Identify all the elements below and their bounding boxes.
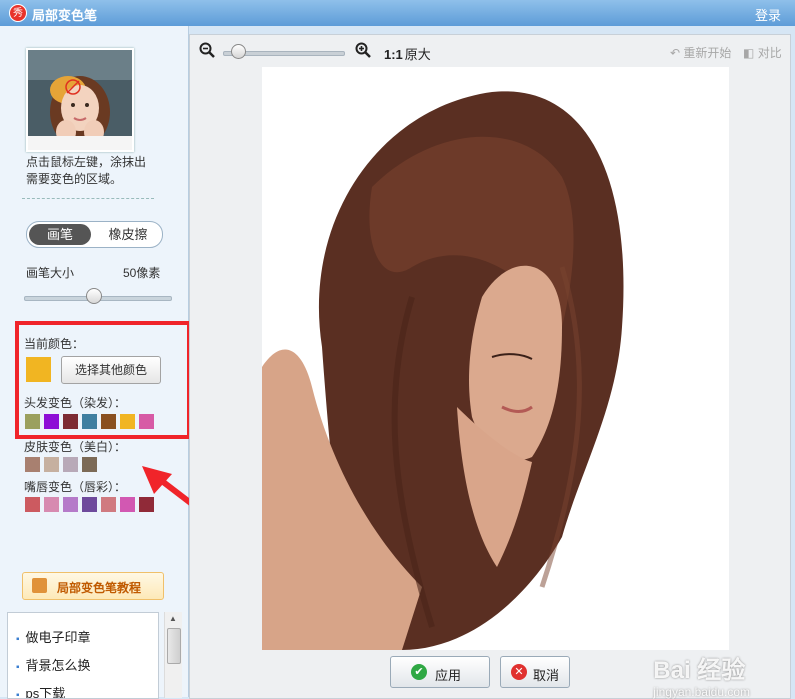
brush-size-value: 50像素	[123, 266, 161, 280]
lip-color-swatch[interactable]	[25, 497, 40, 512]
zoom-slider-handle[interactable]	[231, 44, 247, 59]
apply-button[interactable]: ✔ 应用	[390, 656, 490, 688]
watermark-logo: Bai 经验	[653, 657, 746, 684]
brush-tool-button[interactable]: 画笔	[29, 224, 91, 245]
skin-color-swatch[interactable]	[82, 457, 97, 472]
brush-size-slider-handle[interactable]	[85, 288, 102, 304]
edit-canvas[interactable]	[262, 67, 729, 650]
tutorial-label: 局部变色笔教程	[57, 581, 142, 595]
original-size-button[interactable]: 1:1 原大	[384, 44, 431, 63]
zoom-out-icon[interactable]	[199, 42, 215, 58]
login-link[interactable]: 登录	[755, 5, 781, 24]
tutorial-button[interactable]: 局部变色笔教程	[22, 572, 164, 600]
lip-color-swatch[interactable]	[63, 497, 78, 512]
preview-thumbnail	[26, 48, 134, 152]
apply-label: 应用	[435, 668, 462, 683]
list-item[interactable]: 做电子印章	[16, 627, 91, 646]
highlight-box	[15, 321, 191, 439]
undo-icon: ↶	[670, 46, 681, 60]
hint-line-2: 需要变色的区域。	[26, 172, 123, 186]
brush-hint: 点击鼠标左键，涂抹出 需要变色的区域。	[26, 154, 166, 188]
lip-color-swatch[interactable]	[101, 497, 116, 512]
ratio-value: 1:1	[384, 47, 403, 62]
baidu-watermark: Bai 经验 jingyan.baidu.com	[653, 650, 750, 699]
lip-color-swatches	[25, 497, 154, 512]
restart-label: 重新开始	[683, 46, 732, 60]
compare-button[interactable]: ◧ 对比	[743, 44, 782, 61]
skin-color-swatch[interactable]	[44, 457, 59, 472]
eraser-tool-button[interactable]: 橡皮擦	[97, 224, 159, 245]
hint-line-1: 点击鼠标左键，涂抹出	[26, 155, 147, 169]
scroll-up-icon[interactable]: ▲	[169, 614, 177, 623]
divider	[22, 198, 154, 199]
scrollbar-thumb[interactable]	[167, 628, 181, 664]
title-bar: 秀 局部变色笔 登录	[0, 0, 795, 26]
photo-woman-long-hair	[262, 91, 624, 650]
view-toolbar: 1:1 原大 ↶ 重新开始 ◧ 对比	[190, 35, 790, 65]
lip-color-swatch[interactable]	[44, 497, 59, 512]
check-icon: ✔	[411, 664, 427, 680]
close-icon: ✕	[511, 664, 527, 680]
left-panel: 点击鼠标左键，涂抹出 需要变色的区域。 画笔 橡皮擦 画笔大小 50像素 当前颜…	[0, 26, 228, 699]
app-title: 局部变色笔	[32, 8, 98, 23]
skin-color-swatches	[25, 457, 97, 472]
compare-icon: ◧	[743, 46, 755, 60]
main-panel: 1:1 原大 ↶ 重新开始 ◧ 对比 ✔ 应用 ✕ 取消 Bai 经验 jingy…	[189, 34, 791, 699]
list-item[interactable]: 背景怎么换	[16, 655, 91, 674]
skin-color-label: 皮肤变色（美白）：	[24, 440, 127, 454]
cancel-button[interactable]: ✕ 取消	[500, 656, 570, 688]
brush-size-label: 画笔大小	[26, 266, 75, 280]
related-list: 做电子印章 背景怎么换 ps下载	[7, 612, 159, 699]
lip-color-swatch[interactable]	[82, 497, 97, 512]
zoom-in-icon[interactable]	[355, 42, 371, 58]
book-icon	[32, 578, 47, 593]
lip-color-label: 嘴唇变色（唇彩）：	[24, 480, 127, 494]
list-scrollbar[interactable]: ▲	[164, 612, 182, 698]
skin-color-swatch[interactable]	[25, 457, 40, 472]
restart-button[interactable]: ↶ 重新开始	[670, 44, 731, 61]
tool-toggle[interactable]: 画笔 橡皮擦	[26, 221, 163, 248]
lip-color-swatch[interactable]	[120, 497, 135, 512]
compare-label: 对比	[757, 46, 782, 60]
ratio-label: 原大	[404, 47, 431, 62]
app-logo-icon: 秀	[9, 4, 27, 22]
cancel-label: 取消	[533, 668, 560, 683]
skin-color-swatch[interactable]	[63, 457, 78, 472]
